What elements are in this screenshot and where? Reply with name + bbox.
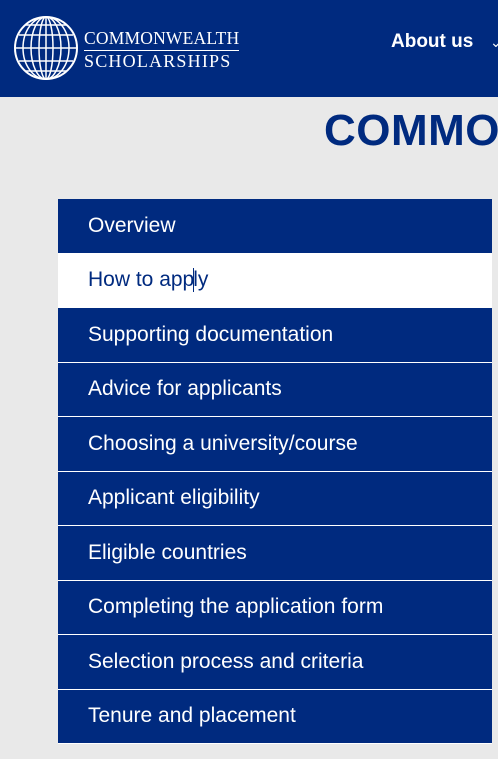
menu-item-label: Advice for applicants — [88, 377, 282, 401]
menu-item-label: Overview — [88, 213, 176, 237]
globe-logo-icon[interactable] — [13, 15, 79, 81]
menu-item-label: Applicant eligibility — [88, 486, 260, 510]
menu-item-label: Completing the application form — [88, 595, 384, 619]
menu-item-selection-process[interactable]: Selection process and criteria — [58, 635, 492, 690]
menu-item-label: Eligible countries — [88, 540, 247, 564]
menu-item-label: Selection process and criteria — [88, 649, 364, 673]
menu-item-eligible-countries[interactable]: Eligible countries — [58, 526, 492, 581]
menu-item-tenure-and-placement[interactable]: Tenure and placement — [58, 689, 492, 744]
menu-item-label: Tenure and placement — [88, 704, 296, 728]
logo-wordmark[interactable]: COMMONWEALTH SCHOLARSHIPS — [84, 29, 240, 71]
logo-line-scholarships: SCHOLARSHIPS — [84, 50, 232, 71]
site-header: COMMONWEALTH SCHOLARSHIPS About us ⌄ — [0, 0, 498, 97]
menu-item-advice-for-applicants[interactable]: Advice for applicants — [58, 362, 492, 417]
menu-item-supporting-documentation[interactable]: Supporting documentation — [58, 308, 492, 363]
page-title: COMMO — [324, 106, 498, 155]
nav-about-us[interactable]: About us — [391, 31, 473, 53]
logo-line-commonwealth: COMMONWEALTH — [84, 29, 240, 51]
chevron-down-icon[interactable]: ⌄ — [490, 34, 498, 51]
menu-item-applicant-eligibility[interactable]: Applicant eligibility — [58, 471, 492, 526]
menu-item-label: Supporting documentation — [88, 322, 334, 346]
menu-item-choosing-university-course[interactable]: Choosing a university/course — [58, 417, 492, 472]
menu-item-label: Choosing a university/course — [88, 431, 358, 455]
menu-item-completing-application-form[interactable]: Completing the application form — [58, 580, 492, 635]
menu-item-overview[interactable]: Overview — [58, 199, 492, 254]
menu-item-how-to-apply[interactable]: How to apply — [58, 253, 492, 308]
section-nav-menu: Overview How to apply Supporting documen… — [58, 199, 492, 744]
menu-item-label: How to apply — [88, 268, 209, 293]
